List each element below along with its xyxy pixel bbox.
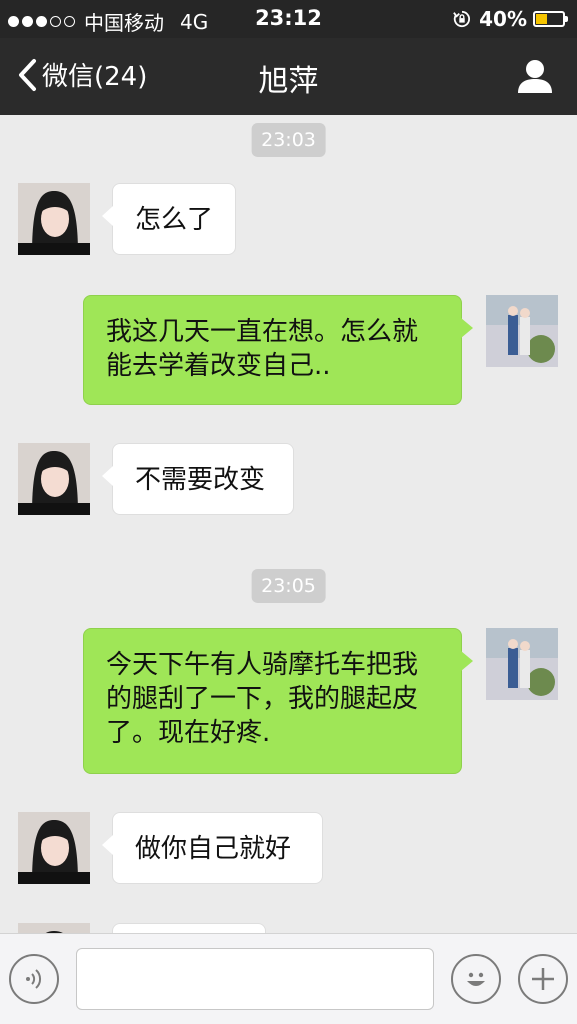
- incoming-message[interactable]: 不需要改变: [102, 443, 294, 515]
- message-input[interactable]: [76, 948, 434, 1010]
- battery-percent: 40%: [479, 7, 527, 31]
- nav-bar: 微信(24) 旭萍: [0, 38, 577, 115]
- person-icon[interactable]: [515, 56, 555, 96]
- input-bar: [0, 933, 577, 1024]
- contact-avatar[interactable]: [18, 183, 90, 255]
- my-avatar[interactable]: [486, 295, 558, 367]
- emoji-button[interactable]: [451, 954, 501, 1004]
- more-button[interactable]: [518, 954, 568, 1004]
- battery-fill: [536, 14, 548, 24]
- chat-title: 旭萍: [258, 64, 319, 99]
- voice-wave-icon: [26, 969, 42, 989]
- contact-avatar[interactable]: [18, 812, 90, 884]
- smiley-icon: [467, 972, 485, 986]
- voice-button[interactable]: [9, 954, 59, 1004]
- timestamp: 23:03: [251, 123, 326, 157]
- status-bar: 中国移动 4G 23:12 40%: [0, 0, 577, 38]
- chat-area[interactable]: 23:03 怎么了 我这几天一直在想。怎么就能去学着改变自己.. 不需要改变 2…: [0, 115, 577, 933]
- plus-icon: [532, 968, 554, 990]
- my-avatar[interactable]: [486, 628, 558, 700]
- incoming-message[interactable]: 做你自己就好: [102, 812, 323, 884]
- battery-icon: [533, 11, 568, 27]
- outgoing-message[interactable]: 今天下午有人骑摩托车把我的腿刮了一下，我的腿起皮了。现在好疼.: [83, 628, 473, 774]
- timestamp: 23:05: [251, 569, 326, 603]
- contact-avatar[interactable]: [18, 443, 90, 515]
- incoming-message-partial[interactable]: [112, 923, 266, 933]
- outgoing-message[interactable]: 我这几天一直在想。怎么就能去学着改变自己..: [83, 295, 473, 405]
- rotation-lock-icon: [453, 10, 471, 28]
- contact-avatar[interactable]: [18, 923, 90, 933]
- status-right: 40%: [453, 7, 568, 31]
- incoming-message[interactable]: 怎么了: [102, 183, 236, 255]
